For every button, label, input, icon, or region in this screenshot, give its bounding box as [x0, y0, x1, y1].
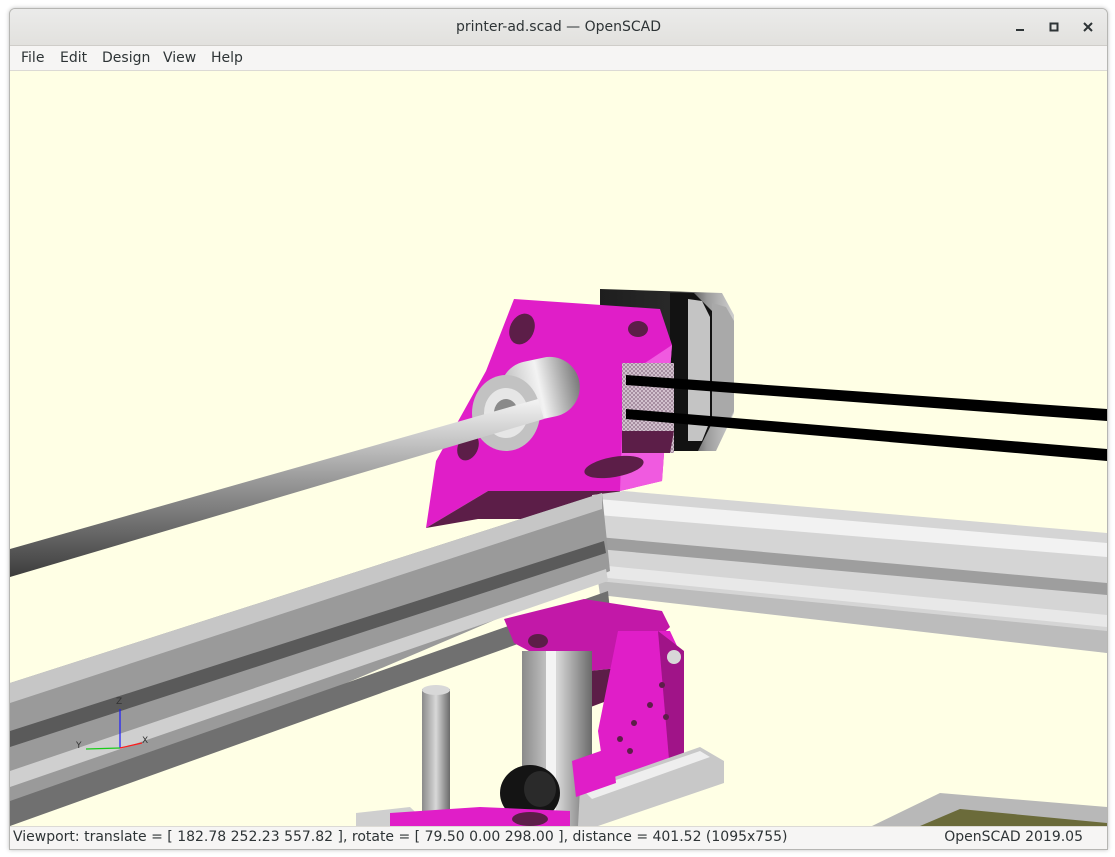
version-label: OpenSCAD 2019.05	[944, 829, 1083, 845]
openscad-window: printer-ad.scad — OpenSCAD File Edit Des…	[9, 8, 1108, 850]
maximize-icon	[1049, 22, 1059, 32]
window-title: printer-ad.scad — OpenSCAD	[455, 19, 662, 35]
minimize-button[interactable]	[1008, 15, 1032, 39]
close-button[interactable]	[1076, 15, 1100, 39]
menu-view[interactable]: View	[161, 49, 198, 67]
axes-indicator: Z X Y	[66, 691, 156, 761]
small-rod	[422, 685, 450, 826]
close-icon	[1083, 22, 1093, 32]
axis-x-label: X	[142, 736, 149, 746]
3d-viewport[interactable]: Z X Y	[10, 71, 1107, 826]
maximize-button[interactable]	[1042, 15, 1066, 39]
menu-bar: File Edit Design View Help	[10, 46, 1107, 71]
axis-z-label: Z	[116, 697, 123, 707]
menu-help[interactable]: Help	[209, 49, 245, 67]
print-bed-corner	[872, 793, 1107, 826]
model-render	[10, 289, 1107, 826]
axis-y-label: Y	[76, 741, 82, 751]
status-bar: Viewport: translate = [ 182.78 252.23 55…	[10, 826, 1107, 849]
minimize-icon	[1016, 29, 1024, 31]
title-bar[interactable]: printer-ad.scad — OpenSCAD	[10, 9, 1107, 46]
viewport-info: Viewport: translate = [ 182.78 252.23 55…	[13, 829, 788, 845]
menu-design[interactable]: Design	[100, 49, 152, 67]
menu-file[interactable]: File	[19, 49, 46, 67]
menu-edit[interactable]: Edit	[58, 49, 89, 67]
extrusion-right	[592, 491, 1107, 653]
